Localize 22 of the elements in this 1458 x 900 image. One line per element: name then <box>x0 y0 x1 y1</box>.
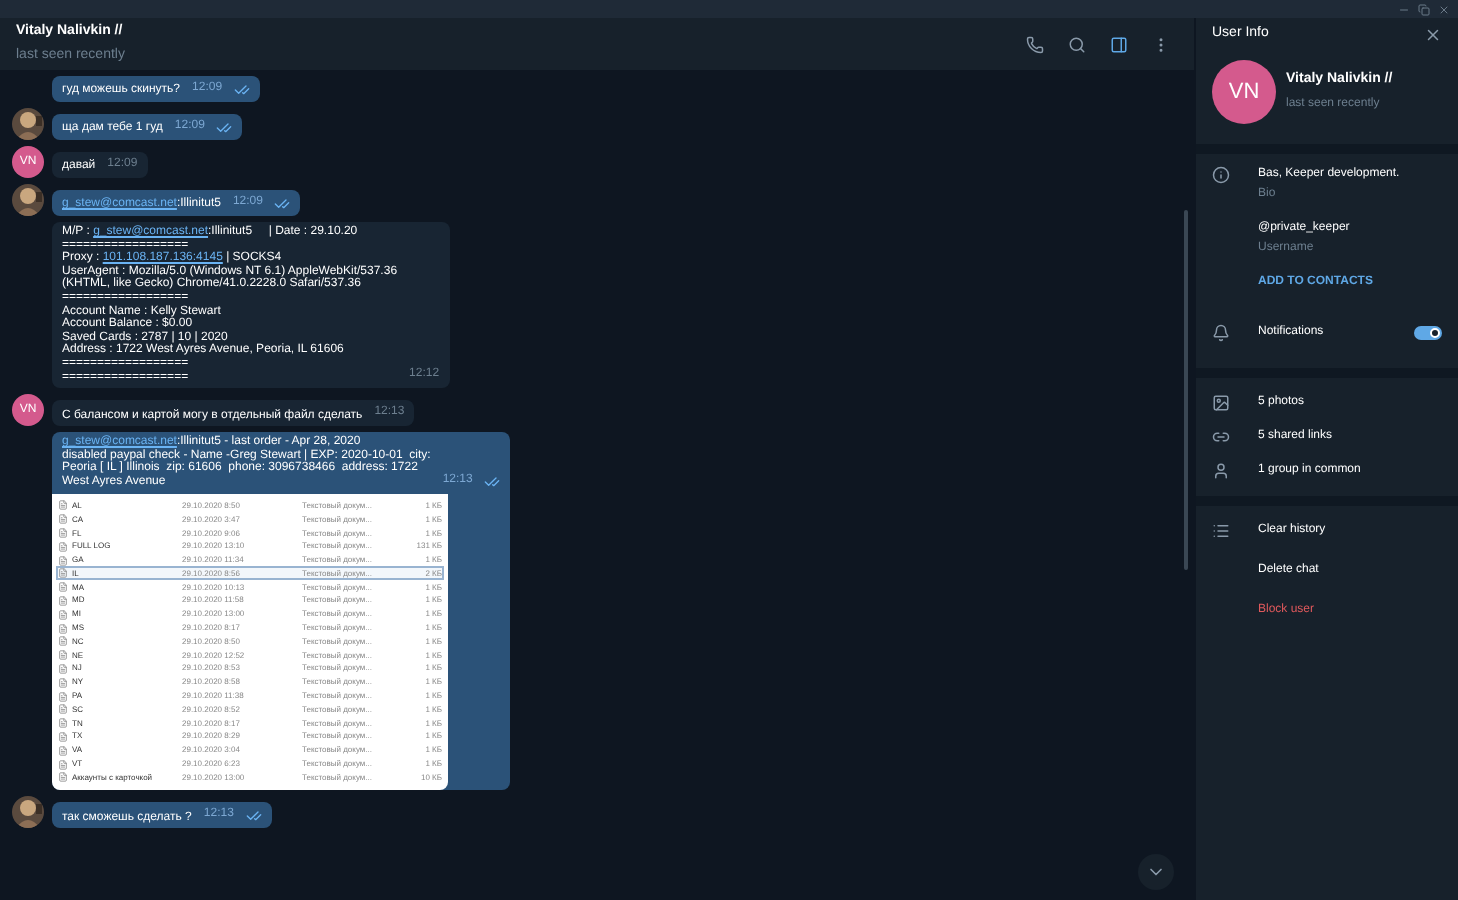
close-icon[interactable] <box>1438 3 1450 15</box>
scrollbar[interactable] <box>1184 210 1188 570</box>
file-icon <box>58 677 68 688</box>
file-icon <box>58 745 68 756</box>
search-icon[interactable] <box>1068 35 1086 53</box>
image-icon <box>1212 394 1230 412</box>
bell-icon <box>1212 323 1230 341</box>
phone-icon[interactable] <box>1026 35 1044 53</box>
file-icon <box>58 514 68 525</box>
profile-avatar: VN <box>1212 60 1276 124</box>
file-icon <box>58 541 68 552</box>
link-icon <box>1212 428 1230 446</box>
file-icon <box>58 528 68 538</box>
file-icon <box>58 609 68 620</box>
file-icon <box>58 500 68 511</box>
close-icon[interactable] <box>1424 26 1442 44</box>
sidebar-icon[interactable] <box>1110 35 1128 53</box>
list-icon <box>1212 522 1230 540</box>
info-icon <box>1212 166 1230 184</box>
person-icon <box>1212 462 1230 480</box>
notifications-toggle[interactable] <box>1414 325 1442 339</box>
restore-icon[interactable] <box>1418 3 1430 15</box>
